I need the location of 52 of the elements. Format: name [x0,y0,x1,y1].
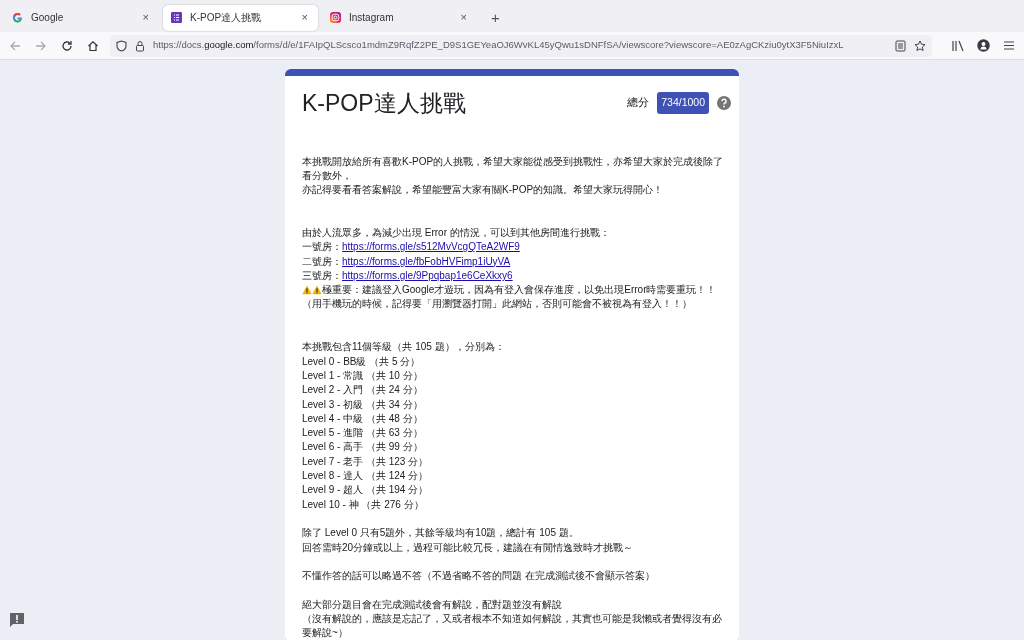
score-badge: 734/1000 [657,92,709,115]
shield-icon [116,39,127,52]
room-label: 二號房： [302,254,342,269]
room-label: 一號房： [302,240,342,255]
description-text: （沒有解說的，應該是忘記了，又或者根本不知道如何解說，其實也可能是我懶或者覺得沒有必要解說~） [302,612,723,640]
description-text: 回答需時20分鐘或以上，過程可能比較冗長，建議在有閒情逸致時才挑戰～ [302,540,635,555]
star-icon[interactable] [914,39,926,52]
browser-tab[interactable]: Instagram × [322,4,477,31]
reader-view-icon[interactable] [895,39,906,52]
form-link[interactable]: https://forms.gle/9Ppqbap1e6CeXkxy6 [342,268,513,284]
help-icon[interactable] [717,96,731,111]
forms-icon [171,12,182,23]
form-title: K-POP達人挑戰 [302,89,467,118]
form-link[interactable]: https://forms.gle/fbFobHVFimp1iUyVA [342,254,511,269]
form-link[interactable]: https://forms.gle/s512MvVcgQTeA2WF9 [342,240,520,255]
description-text: 本挑戰開放給所有喜歡K-POP的人挑戰，希望大家能從感受到挑戰性，亦希望大家於完成後除了看分數外， [302,154,725,183]
description-text: Level 3 - 初級 （共 34 分） [302,397,424,412]
description-text: （用手機玩的時候，記得要「用瀏覽器打開」此網站，否則可能會不被視為有登入！！） [302,297,693,312]
room-label: 三號房： [302,268,342,283]
warning-text: 極重要：建議登入Google才遊玩，因為有登入會保存進度，以免出現Error時需要重玩！！ [322,283,717,298]
description-text: Level 10 - 神 （共 276 分） [302,497,425,512]
description-text: Level 9 - 超人 （共 194 分） [302,483,430,498]
new-tab-button[interactable]: + [489,10,502,25]
description-text: Level 6 - 高手 （共 99 分） [302,440,424,455]
warning-icon [312,285,322,296]
description-text: Level 4 - 中級 （共 48 分） [302,411,424,426]
description-text: 由於人流眾多，為減少出現 Error 的情況，可以到其他房間進行挑戰： [302,226,611,240]
score-label: 總分 [627,95,650,111]
description-text: Level 8 - 達人 （共 124 分） [302,469,430,484]
description-text: Level 2 - 入門 （共 24 分） [302,383,424,398]
description-text: Level 7 - 老手 （共 123 分） [302,454,430,469]
close-tab-button[interactable]: × [140,12,151,23]
browser-tab[interactable]: K-POP達人挑戰 × [163,4,318,31]
close-tab-button[interactable]: × [299,12,310,23]
description-text: Level 1 - 常識 （共 10 分） [302,368,424,383]
browser-tab[interactable]: Google × [4,4,159,31]
close-tab-button[interactable]: × [458,12,469,23]
address-bar[interactable]: https://docs.google.com/forms/d/e/1FAIpQLScsco1mdmZ9RqfZ2PE_D9S1GEYeaOJ6WvKL45yQwu1sDNFfSA/viewscore?viewscore=AE0zAgCKziu0ytX3F5NiuIzxL [110,34,932,57]
camera-icon [330,12,341,23]
url-text: https://docs.google.com/forms/d/e/1FAIpQLScsco1mdmZ9RqfZ2PE_D9S1GEYeaOJ6WvKL45yQwu1sDNFfSA/viewscore?viewscore=AE0zAgCKziu0ytX3F5NiuIzxL [153,38,845,53]
google-logo-icon [12,12,23,23]
description-text: 不懂作答的話可以略過不答（不過省略不答的問題 在完成測試後不會顯示答案） [302,569,656,584]
description-text: 絕大部分題目會在完成測試後會有解說，配對題並沒有解說 [302,597,563,612]
warning-icon [302,285,312,296]
description-text: 亦記得要看看答案解說，希望能豐富大家有關K-POP的知識。希望大家玩得開心！ [302,183,665,198]
lock-icon [135,39,145,52]
description-text: Level 5 - 進階 （共 63 分） [302,426,424,441]
description-text: 本挑戰包含11個等級（共 105 題），分別為： [302,340,506,355]
description-text: Level 0 - BB級 （共 5 分） [302,354,422,369]
feedback-icon[interactable] [9,612,25,628]
account-avatar[interactable] [974,36,992,55]
description-text: 除了 Level 0 只有5題外，其餘等級均有10題，總計有 105 題。 [302,526,580,541]
